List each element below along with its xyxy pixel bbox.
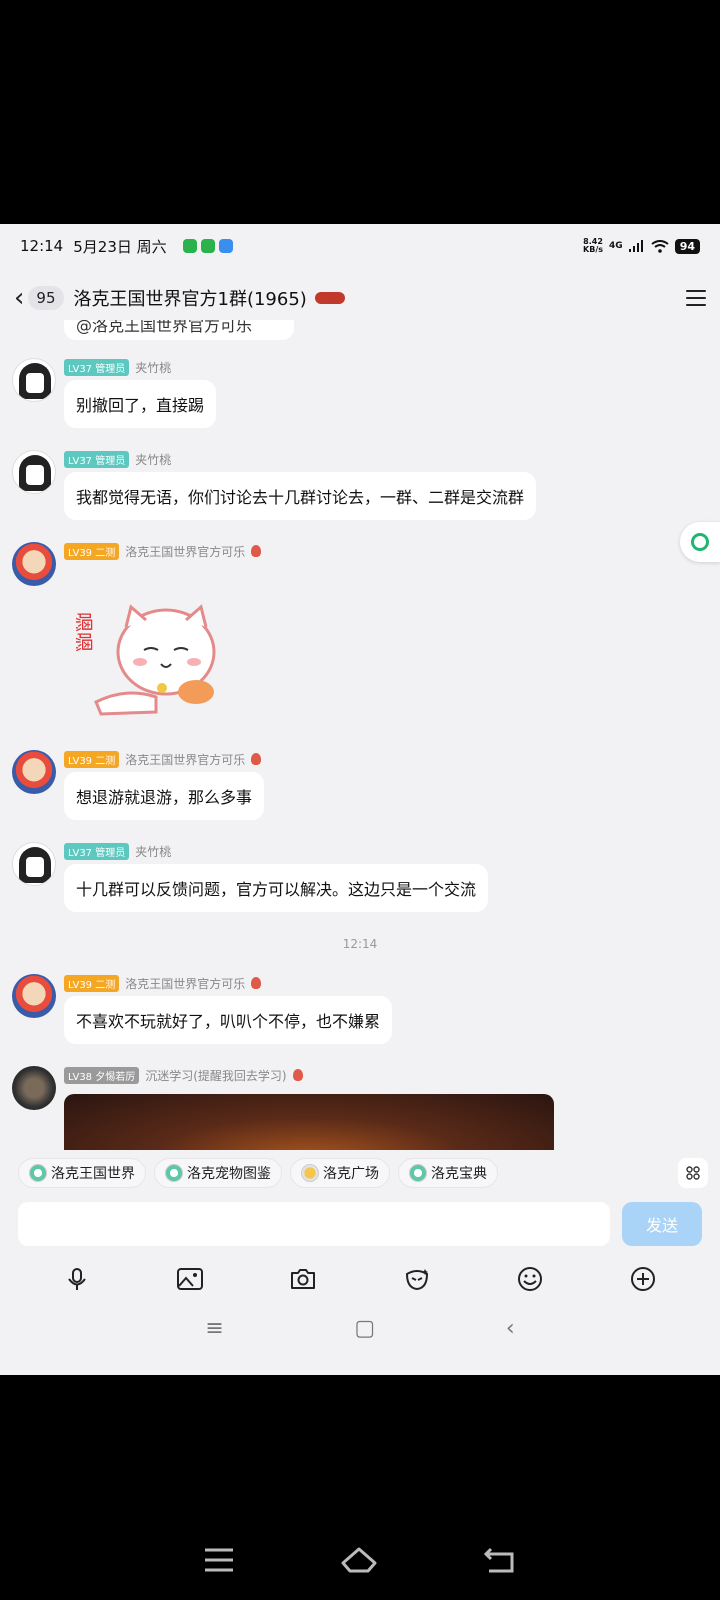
network-type: 4G bbox=[609, 241, 623, 251]
wechat-notification-icon bbox=[182, 239, 197, 253]
plus-icon[interactable] bbox=[626, 1262, 660, 1296]
gallery-notification-icon bbox=[218, 239, 233, 253]
chat-header: ‹ 95 洛克王国世界官方1群(1965) bbox=[0, 276, 720, 320]
floating-app-icon[interactable] bbox=[680, 522, 720, 562]
app-grid-icon[interactable] bbox=[678, 1158, 708, 1188]
camera-icon[interactable] bbox=[286, 1262, 320, 1296]
level-badge: LV39 二测 bbox=[64, 974, 120, 992]
sender-name[interactable]: 夹竹桃 bbox=[135, 843, 171, 860]
avatar[interactable] bbox=[12, 750, 56, 794]
avatar[interactable] bbox=[12, 450, 56, 494]
status-indicators: 8.42 KB/s 4G 94 bbox=[583, 238, 700, 254]
avatar[interactable] bbox=[12, 1066, 56, 1110]
message-bubble[interactable]: 想退游就退游，那么多事 bbox=[64, 772, 265, 820]
wifi-icon bbox=[651, 239, 669, 253]
app-chip-pet-atlas[interactable]: 洛克宠物图鉴 bbox=[154, 1158, 282, 1188]
sender-meta: LV37 管理员 夹竹桃 bbox=[64, 450, 171, 468]
message-input[interactable] bbox=[18, 1202, 610, 1246]
sender-meta: LV37 管理员 夹竹桃 bbox=[64, 842, 171, 860]
sender-meta: LV39 二测 洛克王国世界官方可乐 bbox=[64, 974, 262, 992]
message-bubble[interactable]: 十几群可以反馈问题，官方可以解决。这边只是一个交流 bbox=[64, 864, 489, 912]
sender-meta: LV38 夕惕若厉 沉迷学习(提醒我回去学习) bbox=[64, 1066, 303, 1084]
level-badge: LV37 管理员 bbox=[64, 842, 130, 860]
return-icon[interactable] bbox=[483, 1546, 517, 1574]
status-time: 12:14 bbox=[20, 237, 64, 255]
system-nav-bar bbox=[0, 1520, 720, 1600]
app-chip-square[interactable]: 洛克广场 bbox=[290, 1158, 390, 1188]
app-chip-guide[interactable]: 洛克宝典 bbox=[398, 1158, 498, 1188]
microphone-icon[interactable] bbox=[60, 1262, 94, 1296]
menu-icon[interactable] bbox=[686, 290, 706, 306]
sender-meta: LV39 二测 洛克王国世界官方可乐 bbox=[64, 542, 262, 560]
status-bar: 12:14 5月23日 周六 8.42 KB/s 4G 94 bbox=[0, 224, 720, 268]
sender-name[interactable]: 洛克王国世界官方可乐 bbox=[125, 543, 245, 560]
message-item: LV39 二测 洛克王国世界官方可乐 嗯嗯 bbox=[12, 542, 702, 722]
input-toolbar bbox=[0, 1256, 720, 1302]
message-bubble[interactable]: 不喜欢不玩就好了，叭叭个不停，也不嫌累 bbox=[64, 996, 393, 1044]
group-apps-row: 洛克王国世界 洛克宠物图鉴 洛克广场 洛克宝典 bbox=[18, 1158, 708, 1188]
signal-icon bbox=[628, 240, 643, 252]
sender-name[interactable]: 洛克王国世界官方可乐 bbox=[125, 751, 245, 768]
network-speed: 8.42 KB/s bbox=[583, 237, 604, 254]
avatar[interactable] bbox=[12, 974, 56, 1018]
group-title: 洛克王国世界官方1群(1965) bbox=[73, 289, 307, 310]
battery-level: 94 bbox=[674, 238, 700, 254]
message-notification-icon bbox=[200, 239, 215, 253]
svg-text:嗯嗯: 嗯嗯 bbox=[76, 612, 95, 652]
sender-name[interactable]: 夹竹桃 bbox=[135, 451, 171, 468]
message-bubble[interactable]: 别撤回了，直接踢 bbox=[64, 380, 217, 428]
level-badge: LV38 夕惕若厉 bbox=[64, 1066, 140, 1084]
send-button[interactable]: 发送 bbox=[622, 1202, 702, 1246]
level-badge: LV37 管理员 bbox=[64, 358, 130, 376]
sender-meta: LV37 管理员 夹竹桃 bbox=[64, 358, 171, 376]
composer: 发送 bbox=[18, 1202, 702, 1246]
guide-icon bbox=[409, 1164, 427, 1182]
avatar[interactable] bbox=[12, 542, 56, 586]
app-screen: 12:14 5月23日 周六 8.42 KB/s 4G 94 ‹ 95 洛克王国… bbox=[0, 224, 720, 1375]
sender-name[interactable]: 沉迷学习(提醒我回去学习) bbox=[145, 1067, 286, 1084]
medal-icon bbox=[292, 1069, 303, 1081]
sender-meta: LV39 二测 洛克王国世界官方可乐 bbox=[64, 750, 262, 768]
status-date: 5月23日 周六 bbox=[73, 237, 167, 256]
menu-lines-icon[interactable] bbox=[203, 1547, 235, 1573]
unread-count-badge[interactable]: 95 bbox=[28, 286, 64, 310]
emoji-icon[interactable] bbox=[513, 1262, 547, 1296]
app-chip-roco-world[interactable]: 洛克王国世界 bbox=[18, 1158, 146, 1188]
sticker-icon[interactable] bbox=[400, 1262, 434, 1296]
message-bubble[interactable]: 我都觉得无语，你们讨论去十几群讨论去，一群、二群是交流群 bbox=[64, 472, 537, 520]
level-badge: LV39 二测 bbox=[64, 542, 120, 560]
level-badge: LV39 二测 bbox=[64, 750, 120, 768]
avatar[interactable] bbox=[12, 358, 56, 402]
avatar[interactable] bbox=[12, 842, 56, 886]
medal-icon bbox=[251, 545, 262, 557]
time-separator: 12:14 bbox=[342, 937, 378, 951]
pet-atlas-icon bbox=[165, 1164, 183, 1182]
home-icon[interactable] bbox=[340, 1545, 378, 1575]
roco-world-icon bbox=[29, 1164, 47, 1182]
medal-icon bbox=[251, 753, 262, 765]
app-nav-bar: ≡ ▢ ‹ bbox=[0, 1308, 720, 1348]
medal-icon bbox=[251, 977, 262, 989]
home-square-icon[interactable]: ▢ bbox=[354, 1316, 375, 1341]
cat-sticker[interactable]: 嗯嗯 bbox=[76, 592, 226, 722]
sender-name[interactable]: 夹竹桃 bbox=[135, 359, 171, 376]
message-bubble: @洛克王国世界官方可乐 bbox=[64, 320, 294, 340]
bottom-panel: 洛克王国世界 洛克宠物图鉴 洛克广场 洛克宝典 发送 ≡ ▢ ‹ bbox=[0, 1150, 720, 1375]
menu-icon[interactable]: ≡ bbox=[205, 1316, 223, 1341]
back-icon[interactable]: ‹ bbox=[14, 283, 24, 313]
image-icon[interactable] bbox=[173, 1262, 207, 1296]
sender-name[interactable]: 洛克王国世界官方可乐 bbox=[125, 975, 245, 992]
back-arrow-icon[interactable]: ‹ bbox=[506, 1316, 515, 1341]
group-badge-icon bbox=[314, 292, 345, 304]
level-badge: LV37 管理员 bbox=[64, 450, 130, 468]
square-icon bbox=[301, 1164, 319, 1182]
